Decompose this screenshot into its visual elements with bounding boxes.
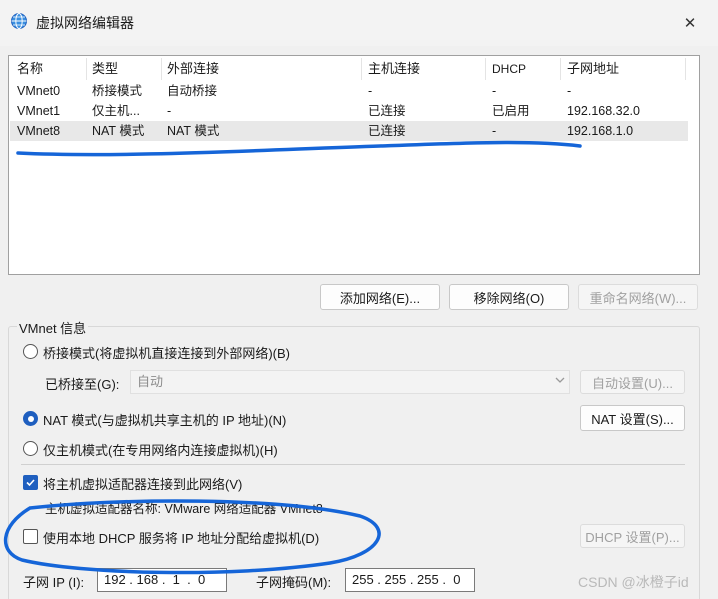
connect-adapter-checkbox[interactable]: [23, 475, 38, 490]
column-header-subnet[interactable]: 子网地址: [567, 58, 619, 80]
subnet-ip-input[interactable]: 192 . 168 . 1 . 0: [97, 568, 227, 592]
column-divider[interactable]: [86, 58, 87, 80]
cell-name: VMnet0: [17, 84, 61, 98]
column-divider[interactable]: [485, 58, 486, 80]
close-button[interactable]: ✕: [676, 10, 704, 36]
adapter-name-text: 主机虚拟适配器名称: VMware 网络适配器 VMnet8: [45, 502, 323, 516]
divider: [21, 464, 685, 465]
table-row-selected[interactable]: VMnet8 NAT 模式 NAT 模式 已连接 - 192.168.1.0: [10, 121, 688, 141]
cell-type: 桥接模式: [92, 84, 143, 98]
cell-type: NAT 模式: [92, 124, 145, 138]
column-divider[interactable]: [560, 58, 561, 80]
subnet-mask-input[interactable]: 255 . 255 . 255 . 0: [345, 568, 475, 592]
cell-subnet: 192.168.32.0: [567, 104, 640, 118]
host-only-mode-label[interactable]: 仅主机模式(在专用网络内连接虚拟机)(H): [43, 440, 278, 459]
cell-host: -: [368, 84, 373, 98]
host-only-mode-radio[interactable]: [23, 441, 38, 456]
column-divider[interactable]: [161, 58, 162, 80]
add-network-button[interactable]: 添加网络(E)...: [320, 284, 440, 310]
remove-network-button[interactable]: 移除网络(O): [449, 284, 569, 310]
vmnet-info-title: VMnet 信息: [17, 318, 89, 337]
cell-subnet: -: [567, 84, 572, 98]
window-title: 虚拟网络编辑器: [36, 15, 134, 31]
column-header-name[interactable]: 名称: [17, 58, 43, 80]
close-icon: ✕: [683, 15, 697, 32]
nat-mode-radio[interactable]: [23, 411, 38, 426]
cell-host: 已连接: [368, 104, 406, 118]
bridged-to-label: 已桥接至(G):: [45, 377, 120, 392]
cell-host: 已连接: [368, 124, 406, 138]
column-header-host[interactable]: 主机连接: [368, 58, 420, 80]
cell-external: 自动桥接: [167, 84, 218, 98]
column-divider[interactable]: [685, 58, 686, 80]
table-row[interactable]: VMnet0 桥接模式 自动桥接 - - -: [10, 81, 688, 101]
nat-settings-button[interactable]: NAT 设置(S)...: [580, 405, 685, 431]
column-divider[interactable]: [361, 58, 362, 80]
column-header-dhcp[interactable]: DHCP: [492, 58, 526, 80]
table-row[interactable]: VMnet1 仅主机... - 已连接 已启用 192.168.32.0: [10, 101, 688, 121]
cell-dhcp: 已启用: [492, 104, 530, 118]
chevron-down-icon: [555, 377, 565, 383]
rename-network-button[interactable]: 重命名网络(W)...: [578, 284, 698, 310]
cell-name: VMnet1: [17, 104, 61, 118]
network-globe-icon: [11, 13, 27, 29]
connect-adapter-label[interactable]: 将主机虚拟适配器连接到此网络(V): [43, 474, 242, 493]
dhcp-checkbox[interactable]: [23, 529, 38, 544]
dhcp-settings-button[interactable]: DHCP 设置(P)...: [580, 524, 685, 548]
cell-type: 仅主机...: [92, 104, 140, 118]
column-header-type[interactable]: 类型: [92, 58, 118, 80]
network-table[interactable]: 名称 类型 外部连接 主机连接 DHCP 子网地址 VMnet0 桥接模式 自动…: [8, 55, 700, 275]
dhcp-label[interactable]: 使用本地 DHCP 服务将 IP 地址分配给虚拟机(D): [43, 528, 319, 547]
cell-name: VMnet8: [17, 124, 61, 138]
bridged-to-select[interactable]: 自动: [130, 370, 570, 394]
cell-subnet: 192.168.1.0: [567, 124, 634, 138]
bridged-mode-label[interactable]: 桥接模式(将虚拟机直接连接到外部网络)(B): [43, 343, 290, 362]
auto-settings-button[interactable]: 自动设置(U)...: [580, 370, 685, 394]
vmnet-info-group: [8, 326, 700, 599]
nat-mode-label[interactable]: NAT 模式(与虚拟机共享主机的 IP 地址)(N): [43, 410, 286, 429]
bridged-mode-radio[interactable]: [23, 344, 38, 359]
cell-external: NAT 模式: [167, 124, 220, 138]
cell-external: -: [167, 104, 172, 118]
checkmark-icon: [26, 479, 35, 487]
subnet-ip-label: 子网 IP (I):: [23, 575, 85, 590]
watermark-text: CSDN @冰橙子id: [578, 574, 689, 590]
cell-dhcp: -: [492, 84, 497, 98]
cell-dhcp: -: [492, 124, 497, 138]
subnet-mask-label: 子网掩码(M):: [256, 575, 332, 590]
column-header-external[interactable]: 外部连接: [167, 58, 219, 80]
